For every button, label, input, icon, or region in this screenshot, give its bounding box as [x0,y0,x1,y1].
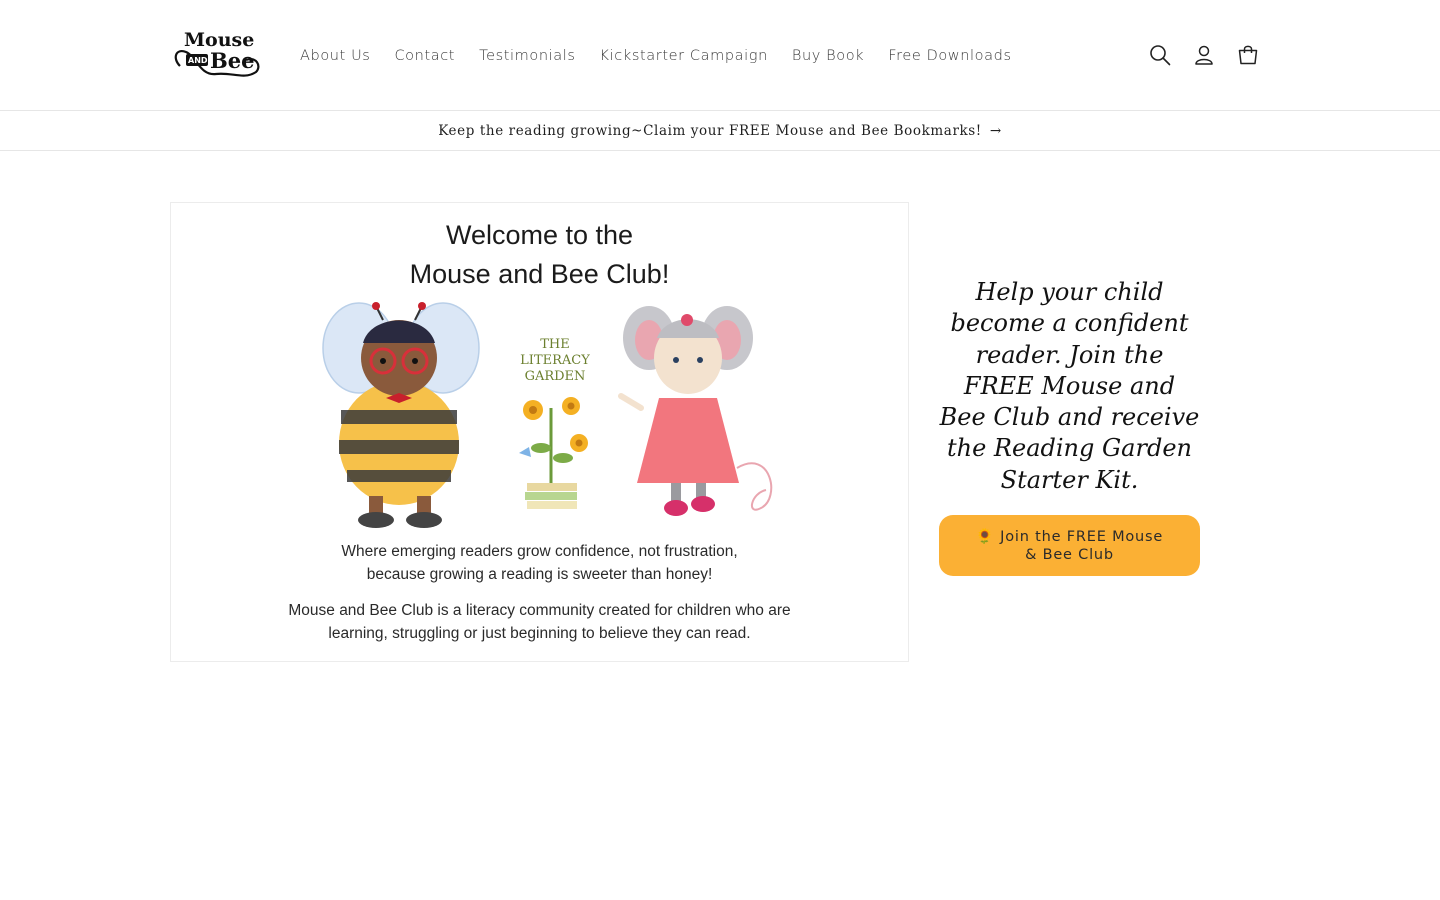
announcement-bar: Keep the reading growing~Claim your FREE… [0,111,1440,151]
main-nav: About Us Contact Testimonials Kickstarte… [288,42,1024,69]
nav-testimonials[interactable]: Testimonials [467,42,587,69]
announcement-text: Keep the reading growing~Claim your FREE… [438,122,982,139]
search-icon[interactable] [1148,40,1172,70]
nav-buy-book[interactable]: Buy Book [780,42,876,69]
site-header: Mouse AND Bee About Us Contact Testimoni… [0,0,1440,111]
image-desc-line2: learning, struggling or just beginning t… [328,625,751,642]
nav-free-downloads[interactable]: Free Downloads [876,42,1023,69]
hero-heading: Help your child become a confident reade… [939,278,1200,494]
join-club-button[interactable]: 🌻 Join the FREE Mouse & Bee Club [939,515,1200,576]
flower-books-icon [519,397,588,509]
svg-text:GARDEN: GARDEN [525,369,586,384]
image-title-line1: Welcome to the [445,220,634,250]
svg-text:LITERACY: LITERACY [520,353,590,368]
site-logo[interactable]: Mouse AND Bee [170,28,262,82]
announcement-link[interactable]: Keep the reading growing~Claim your FREE… [438,123,1002,139]
arrow-right-icon: → [989,122,1002,139]
header-icons [1148,40,1260,70]
illustration: THE LITERACY GARDEN [322,302,773,528]
svg-text:Bee: Bee [210,48,254,73]
image-tagline-line1: Where emerging readers grow confidence, … [341,543,738,560]
svg-text:THE: THE [540,337,570,352]
hero-image: Welcome to the Mouse and Bee Club! THE L… [170,202,909,662]
bee-character-icon [322,302,480,528]
account-icon[interactable] [1192,40,1216,70]
cart-icon[interactable] [1236,40,1260,70]
mouse-character-icon [618,306,773,516]
nav-about-us[interactable]: About Us [288,42,382,69]
image-desc-line1: Mouse and Bee Club is a literacy communi… [288,602,791,619]
image-title-line2: Mouse and Bee Club! [409,259,670,289]
nav-kickstarter[interactable]: Kickstarter Campaign [588,42,780,69]
nav-contact[interactable]: Contact [382,42,467,69]
svg-text:AND: AND [188,56,208,65]
image-tagline-line2: because growing a reading is sweeter tha… [366,566,713,583]
